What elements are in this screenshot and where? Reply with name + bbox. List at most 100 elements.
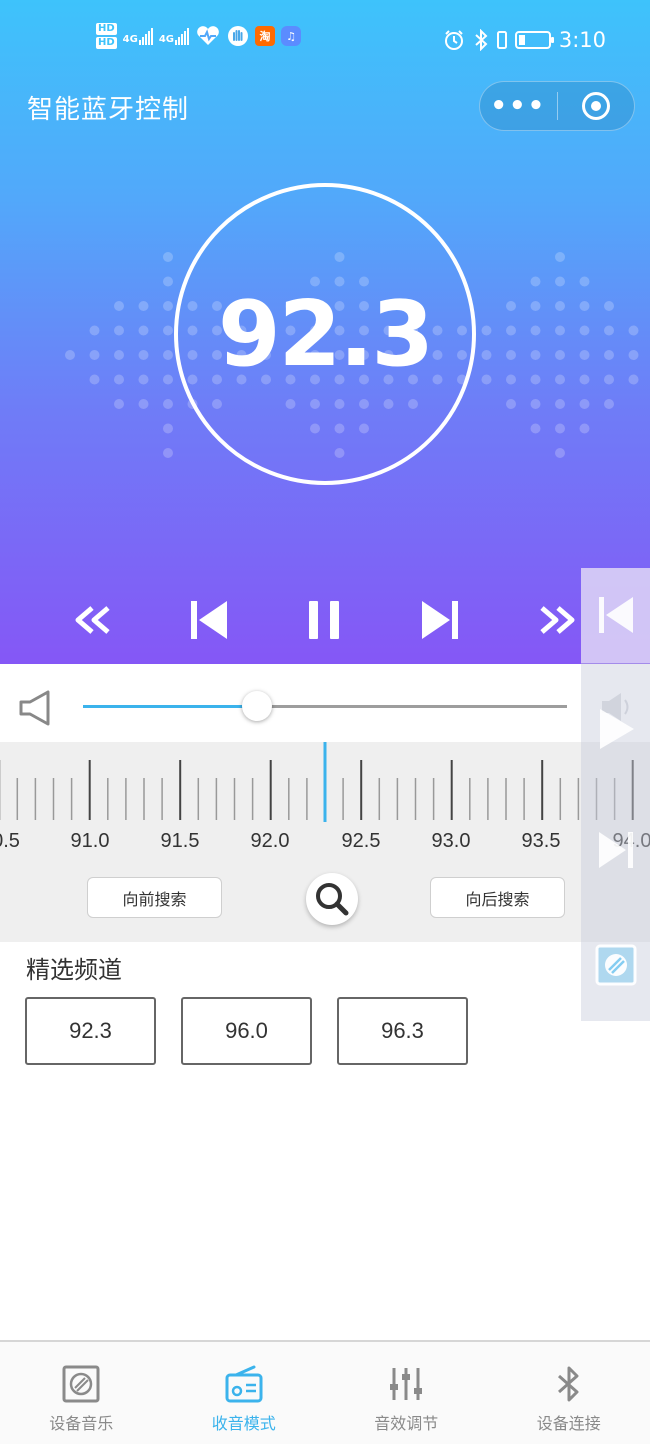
search-forward-button[interactable]: 向后搜索 <box>430 877 565 918</box>
scale-label: 92.0 <box>250 830 290 852</box>
equalizer-dot <box>138 325 149 336</box>
preset-channel[interactable]: 92.3 <box>25 997 156 1065</box>
equalizer-dot <box>163 252 173 262</box>
equalizer-dot <box>506 325 516 336</box>
floating-mini-player <box>581 568 650 1021</box>
seek-forward-button[interactable] <box>526 590 586 650</box>
nav-item-radio-mode[interactable]: 收音模式 <box>163 1342 326 1444</box>
equalizer-dot <box>555 399 565 409</box>
equalizer-dot <box>138 301 149 311</box>
floating-disc-button[interactable] <box>591 940 641 990</box>
alarm-icon <box>444 30 463 50</box>
scale-label: 92.5 <box>341 830 381 852</box>
equalizer-dot <box>89 325 100 336</box>
playback-controls <box>0 590 650 650</box>
music-disc-icon <box>62 1365 100 1403</box>
nav-item-sound-effects[interactable]: 音效调节 <box>325 1342 488 1444</box>
equalizer-dot <box>163 301 173 311</box>
taobao-icon: 淘 <box>255 26 276 46</box>
equalizer-dot <box>481 374 492 385</box>
equalizer-dot <box>481 325 492 336</box>
bottom-navigation: 设备音乐 收音模式 音效调节 设备连接 <box>0 1340 650 1444</box>
volume-slider-fill <box>83 705 257 708</box>
frequency-display: 92.3 <box>174 183 476 485</box>
bluetooth-icon <box>557 1366 579 1402</box>
skip-previous-icon <box>599 597 633 633</box>
pause-icon <box>309 601 339 639</box>
search-backward-button[interactable]: 向前搜索 <box>87 877 222 918</box>
more-menu-button[interactable]: ••• <box>480 93 557 119</box>
skip-previous-icon <box>191 601 227 639</box>
next-station-button[interactable] <box>410 590 470 650</box>
scale-label: 91.0 <box>70 830 110 852</box>
equalizer-dot <box>555 350 565 360</box>
equalizer-dot <box>163 276 173 287</box>
volume-slider-thumb[interactable] <box>242 691 272 721</box>
health-icon <box>197 26 219 45</box>
equalizer-dot <box>481 350 492 360</box>
preset-channel[interactable]: 96.3 <box>337 997 468 1065</box>
nav-item-device-connection[interactable]: 设备连接 <box>488 1342 650 1444</box>
equalizer-dot <box>604 325 614 336</box>
target-icon <box>581 92 610 120</box>
play-icon <box>600 709 634 749</box>
equalizer-dot <box>628 374 639 385</box>
equalizer-dot <box>163 448 173 458</box>
equalizer-dot <box>579 325 590 336</box>
equalizer-dot <box>530 276 541 287</box>
music-app-icon: ♫ <box>281 26 302 46</box>
presets-title: 精选频道 <box>26 956 122 984</box>
equalizer-dot <box>114 325 124 336</box>
close-miniprogram-button[interactable] <box>558 92 635 120</box>
equalizer-dot <box>530 399 541 409</box>
pause-button[interactable] <box>295 590 355 650</box>
equalizer-dot <box>530 374 541 385</box>
taobao-badge-text: 淘 <box>259 30 271 43</box>
equalizer-dot <box>555 374 565 385</box>
scale-label: 0.5 <box>0 830 20 852</box>
equalizer-dot <box>506 374 516 385</box>
floating-next-button[interactable] <box>591 825 641 875</box>
nav-item-device-music[interactable]: 设备音乐 <box>0 1342 163 1444</box>
equalizer-dot <box>163 325 173 336</box>
music-disc-icon <box>595 944 637 986</box>
equalizer-dot <box>604 301 614 311</box>
equalizer-dot <box>506 350 516 360</box>
equalizer-dot <box>530 423 541 434</box>
equalizer-dot <box>163 350 173 360</box>
equalizer-dot <box>555 325 565 336</box>
speaker-icon[interactable] <box>18 690 52 726</box>
equalizer-dot <box>89 350 100 360</box>
equalizer-dot <box>163 423 173 434</box>
hd-badges: HD HD <box>96 22 117 50</box>
scan-button[interactable] <box>306 873 358 925</box>
search-icon <box>316 883 349 916</box>
skip-next-icon <box>599 832 633 868</box>
nav-label: 设备音乐 <box>49 1414 114 1433</box>
bluetooth-status-icon <box>475 29 488 51</box>
previous-station-button[interactable] <box>179 590 239 650</box>
equalizer-dot <box>114 399 124 409</box>
frequency-scale[interactable] <box>0 742 650 832</box>
hand-icon <box>228 26 249 46</box>
signal-2-icon: 4G <box>159 27 190 45</box>
scale-label: 93.5 <box>521 830 561 852</box>
equalizer-dot <box>138 399 149 409</box>
volume-row <box>0 664 650 742</box>
equalizer-dot <box>530 325 541 336</box>
floating-previous-button[interactable] <box>591 590 641 640</box>
seek-back-button[interactable] <box>64 590 124 650</box>
preset-channel[interactable]: 96.0 <box>181 997 312 1065</box>
equalizer-dot <box>604 399 614 409</box>
equalizer-icon <box>390 1368 423 1400</box>
miniprogram-capsule: ••• <box>479 81 635 131</box>
double-chevron-right-icon <box>540 606 575 634</box>
equalizer-dot <box>530 350 541 360</box>
equalizer-dot <box>114 374 124 385</box>
equalizer-dot <box>628 350 639 360</box>
equalizer-dot <box>579 423 590 434</box>
equalizer-dot <box>555 423 565 434</box>
equalizer-dot <box>579 276 590 287</box>
equalizer-dot <box>163 399 173 409</box>
floating-play-button[interactable] <box>591 704 641 754</box>
